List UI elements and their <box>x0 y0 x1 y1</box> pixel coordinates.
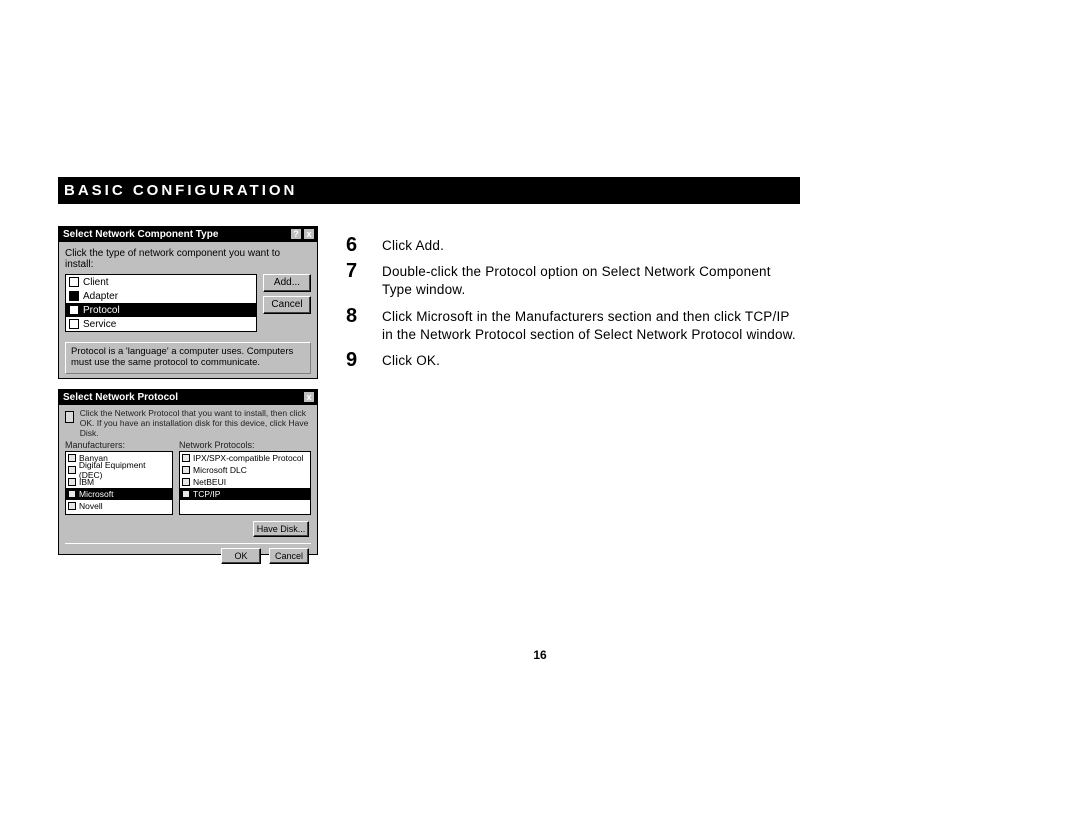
list-item-label: Client <box>83 277 109 288</box>
separator <box>65 543 311 544</box>
list-item-label: Novell <box>79 501 103 511</box>
list-item-label: TCP/IP <box>193 489 220 499</box>
protocols-list[interactable]: IPX/SPX-compatible Protocol Microsoft DL… <box>179 451 311 515</box>
step-list: 6 Click Add. 7 Double-click the Protocol… <box>346 235 796 376</box>
service-icon <box>69 319 79 329</box>
titlebar: Select Network Component Type ? x <box>59 227 317 242</box>
step-item: 8 Click Microsoft in the Manufacturers s… <box>346 306 796 344</box>
list-item-selected[interactable]: TCP/IP <box>180 488 310 500</box>
protocol-icon <box>69 305 79 315</box>
step-number: 7 <box>346 261 364 299</box>
section-header: BASIC CONFIGURATION <box>58 177 800 204</box>
dialog-select-network-protocol: Select Network Protocol x Click the Netw… <box>58 389 318 555</box>
adapter-icon <box>69 291 79 301</box>
list-item[interactable]: IPX/SPX-compatible Protocol <box>180 452 310 464</box>
cancel-button[interactable]: Cancel <box>263 296 311 314</box>
dialog-instruction: Click the Network Protocol that you want… <box>80 409 311 438</box>
list-item[interactable]: Service <box>66 317 256 331</box>
list-item-label: NetBEUI <box>193 477 226 487</box>
component-type-list[interactable]: Client Adapter Protocol Service <box>65 274 257 332</box>
list-item-label: Microsoft DLC <box>193 465 247 475</box>
protocol-icon <box>182 466 190 474</box>
manufacturers-list[interactable]: Banyan Digital Equipment (DEC) IBM Micro… <box>65 451 173 515</box>
network-icon <box>65 409 74 423</box>
vendor-icon <box>68 502 76 510</box>
protocol-icon <box>182 478 190 486</box>
list-item[interactable]: NetBEUI <box>180 476 310 488</box>
ok-button[interactable]: OK <box>221 548 261 564</box>
protocols-header: Network Protocols: <box>179 440 311 450</box>
vendor-icon <box>68 454 76 462</box>
list-item-label: IBM <box>79 477 94 487</box>
step-item: 7 Double-click the Protocol option on Se… <box>346 261 796 299</box>
step-item: 9 Click OK. <box>346 350 796 370</box>
step-number: 6 <box>346 235 364 255</box>
close-icon[interactable]: x <box>303 228 315 240</box>
vendor-icon <box>68 478 76 486</box>
close-icon[interactable]: x <box>303 391 315 403</box>
dialog-select-component-type: Select Network Component Type ? x Click … <box>58 226 318 379</box>
list-item[interactable]: Client <box>66 275 256 289</box>
dialog-prompt: Click the type of network component you … <box>59 242 317 274</box>
list-item-selected[interactable]: Protocol <box>66 303 256 317</box>
cancel-button[interactable]: Cancel <box>269 548 309 564</box>
vendor-icon <box>68 490 76 498</box>
dialog-title: Select Network Protocol <box>63 392 178 403</box>
step-number: 8 <box>346 306 364 344</box>
list-item[interactable]: Novell <box>66 500 172 512</box>
client-icon <box>69 277 79 287</box>
list-item-label: Adapter <box>83 291 118 302</box>
vendor-icon <box>68 514 76 515</box>
step-text: Click Microsoft in the Manufacturers sec… <box>382 306 796 344</box>
list-item-selected[interactable]: Microsoft <box>66 488 172 500</box>
list-item-label: Protocol <box>83 305 120 316</box>
have-disk-button[interactable]: Have Disk... <box>253 521 309 537</box>
dialog-title: Select Network Component Type <box>63 229 218 240</box>
help-icon[interactable]: ? <box>290 228 302 240</box>
add-button[interactable]: Add... <box>263 274 311 292</box>
list-item[interactable]: Adapter <box>66 289 256 303</box>
list-item[interactable]: SunSoft <box>66 512 172 515</box>
step-text: Click OK. <box>382 350 796 370</box>
list-item-label: Service <box>83 319 116 330</box>
page-number: 16 <box>0 648 1080 662</box>
step-text: Double-click the Protocol option on Sele… <box>382 261 796 299</box>
step-item: 6 Click Add. <box>346 235 796 255</box>
list-item-label: IPX/SPX-compatible Protocol <box>193 453 304 463</box>
vendor-icon <box>68 466 76 474</box>
protocol-icon <box>182 490 190 498</box>
hint-box: Protocol is a 'language' a computer uses… <box>65 342 311 374</box>
step-text: Click Add. <box>382 235 796 255</box>
protocol-icon <box>182 454 190 462</box>
titlebar: Select Network Protocol x <box>59 390 317 405</box>
list-item-label: SunSoft <box>79 513 109 515</box>
list-item-label: Microsoft <box>79 489 113 499</box>
list-item[interactable]: Microsoft DLC <box>180 464 310 476</box>
screenshots-column: Select Network Component Type ? x Click … <box>58 226 318 555</box>
manufacturers-header: Manufacturers: <box>65 440 173 450</box>
step-number: 9 <box>346 350 364 370</box>
list-item[interactable]: Digital Equipment (DEC) <box>66 464 172 476</box>
